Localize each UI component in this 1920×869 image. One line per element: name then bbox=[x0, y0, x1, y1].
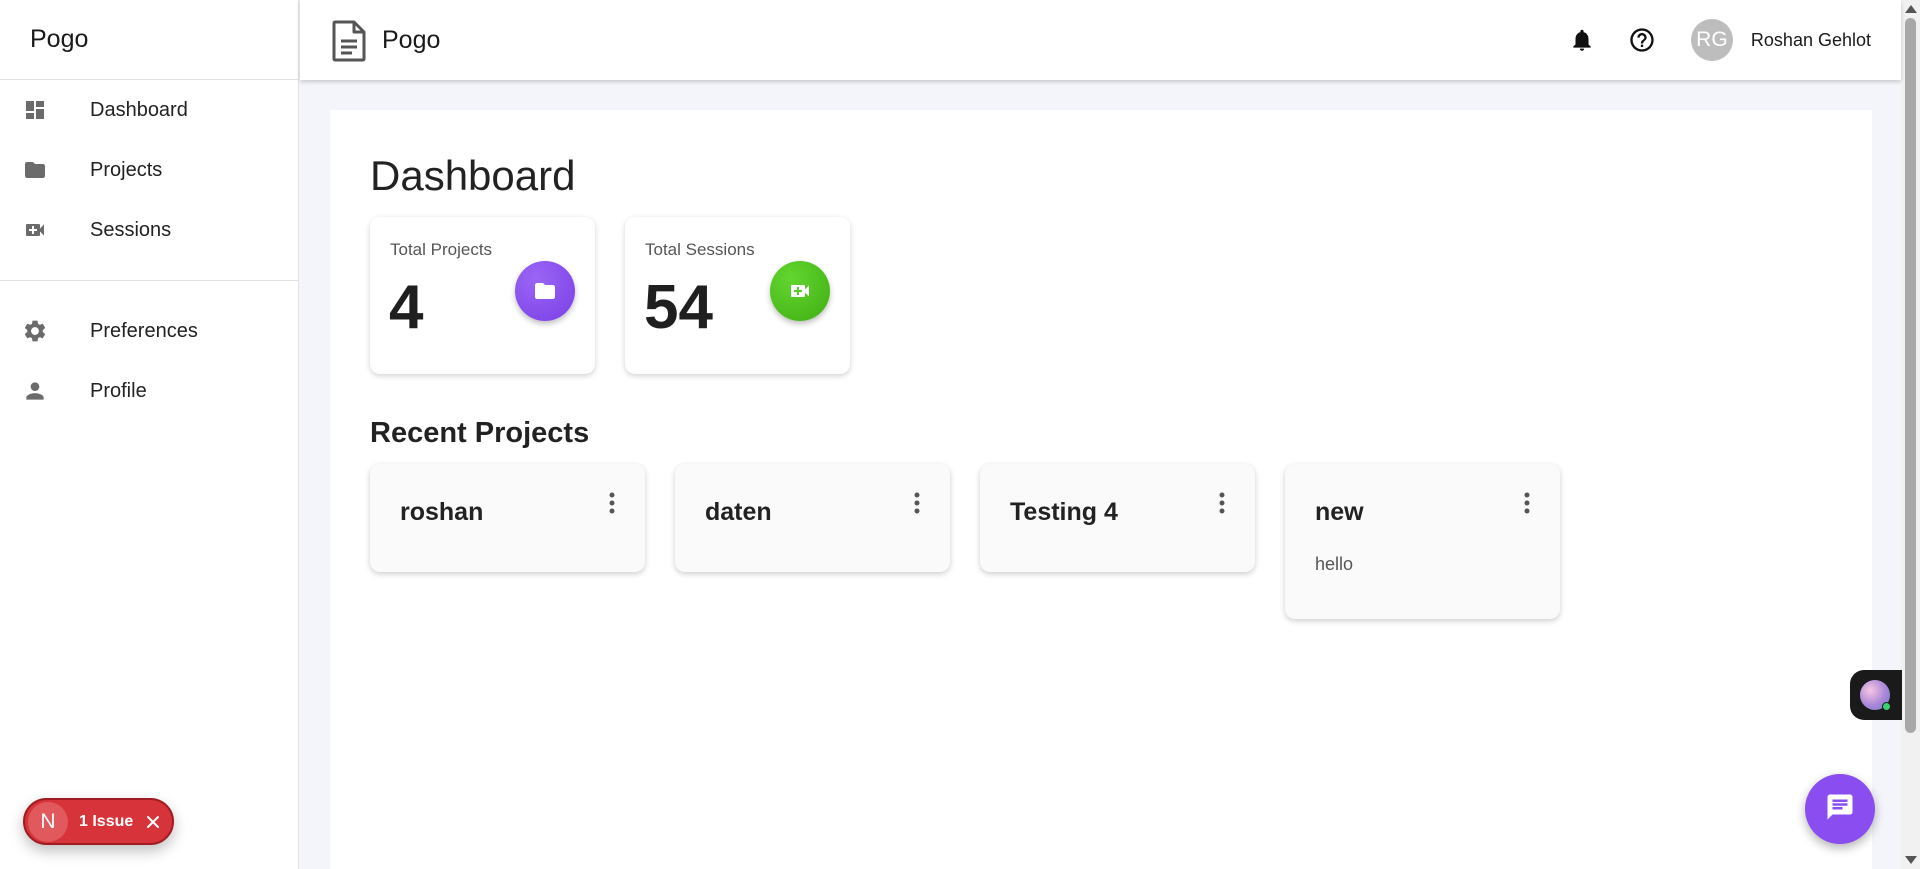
more-vert-icon[interactable] bbox=[1522, 490, 1532, 516]
bell-icon[interactable] bbox=[1567, 25, 1597, 55]
chat-icon bbox=[1825, 792, 1855, 827]
issue-badge[interactable]: N 1 Issue bbox=[23, 798, 174, 845]
online-status-dot bbox=[1882, 702, 1891, 711]
page-scrollbar[interactable] bbox=[1901, 0, 1920, 869]
stat-label: Total Sessions bbox=[645, 240, 755, 259]
issue-badge-initial: N bbox=[28, 801, 68, 842]
header-title: Pogo bbox=[382, 25, 441, 54]
project-name: roshan bbox=[400, 498, 484, 526]
page-title: Dashboard bbox=[370, 152, 576, 199]
sidebar-item-preferences[interactable]: Preferences bbox=[0, 301, 298, 361]
folder-icon bbox=[22, 157, 48, 183]
video-icon bbox=[22, 217, 48, 243]
scroll-up-arrow-icon[interactable] bbox=[1905, 5, 1917, 13]
avatar[interactable]: RG bbox=[1690, 19, 1733, 61]
project-card[interactable]: roshan bbox=[370, 464, 645, 572]
scroll-down-arrow-icon[interactable] bbox=[1905, 856, 1917, 864]
project-name: new bbox=[1315, 498, 1364, 526]
sidebar-item-projects[interactable]: Projects bbox=[0, 140, 298, 200]
scrollbar-thumb[interactable] bbox=[1905, 18, 1916, 733]
sidebar-item-label: Dashboard bbox=[90, 98, 188, 121]
sidebar-item-dashboard[interactable]: Dashboard bbox=[0, 80, 298, 140]
document-icon bbox=[330, 20, 368, 62]
header-actions: RG Roshan Gehlot bbox=[1537, 19, 1871, 61]
project-description: hello bbox=[1315, 554, 1354, 574]
assistant-widget[interactable] bbox=[1850, 670, 1902, 720]
top-header: Pogo RG Roshan Gehlot bbox=[300, 0, 1901, 80]
stat-value: 54 bbox=[644, 273, 713, 342]
stat-value: 4 bbox=[389, 273, 424, 342]
project-name: daten bbox=[705, 498, 772, 526]
gear-icon bbox=[22, 318, 48, 344]
section-title-recent-projects: Recent Projects bbox=[370, 417, 590, 449]
user-name[interactable]: Roshan Gehlot bbox=[1751, 30, 1871, 51]
sidebar-item-label: Sessions bbox=[90, 218, 172, 241]
assistant-orb-icon bbox=[1860, 680, 1891, 711]
folder-icon bbox=[515, 261, 575, 321]
more-vert-icon[interactable] bbox=[912, 490, 922, 516]
more-vert-icon[interactable] bbox=[1217, 490, 1227, 516]
sidebar-nav-main: Dashboard Projects Sessions bbox=[0, 80, 298, 281]
stat-card-total-projects: Total Projects 4 bbox=[370, 217, 595, 374]
sidebar-item-label: Projects bbox=[90, 158, 163, 181]
sidebar-item-profile[interactable]: Profile bbox=[0, 361, 298, 421]
project-card[interactable]: new hello bbox=[1285, 464, 1560, 619]
sidebar-brand: Pogo bbox=[0, 0, 298, 80]
dashboard-icon bbox=[22, 97, 48, 123]
project-name: Testing 4 bbox=[1010, 498, 1118, 526]
project-card[interactable]: Testing 4 bbox=[980, 464, 1255, 572]
help-icon[interactable] bbox=[1627, 25, 1657, 55]
sidebar: Pogo Dashboard Projects Sessions Prefere bbox=[0, 0, 299, 869]
close-icon[interactable] bbox=[145, 814, 161, 830]
project-card[interactable]: daten bbox=[675, 464, 950, 572]
person-icon bbox=[22, 378, 48, 404]
stat-card-total-sessions: Total Sessions 54 bbox=[625, 217, 850, 374]
chat-button[interactable] bbox=[1805, 774, 1875, 844]
main-panel: Dashboard Total Projects 4 Total Session… bbox=[330, 110, 1872, 869]
video-icon bbox=[770, 261, 830, 321]
issue-badge-label: 1 Issue bbox=[79, 812, 134, 830]
sidebar-item-label: Profile bbox=[90, 379, 147, 402]
more-vert-icon[interactable] bbox=[607, 490, 617, 516]
sidebar-item-label: Preferences bbox=[90, 319, 198, 342]
sidebar-nav-secondary: Preferences Profile bbox=[0, 281, 298, 421]
sidebar-item-sessions[interactable]: Sessions bbox=[0, 200, 298, 260]
stat-label: Total Projects bbox=[390, 240, 493, 259]
